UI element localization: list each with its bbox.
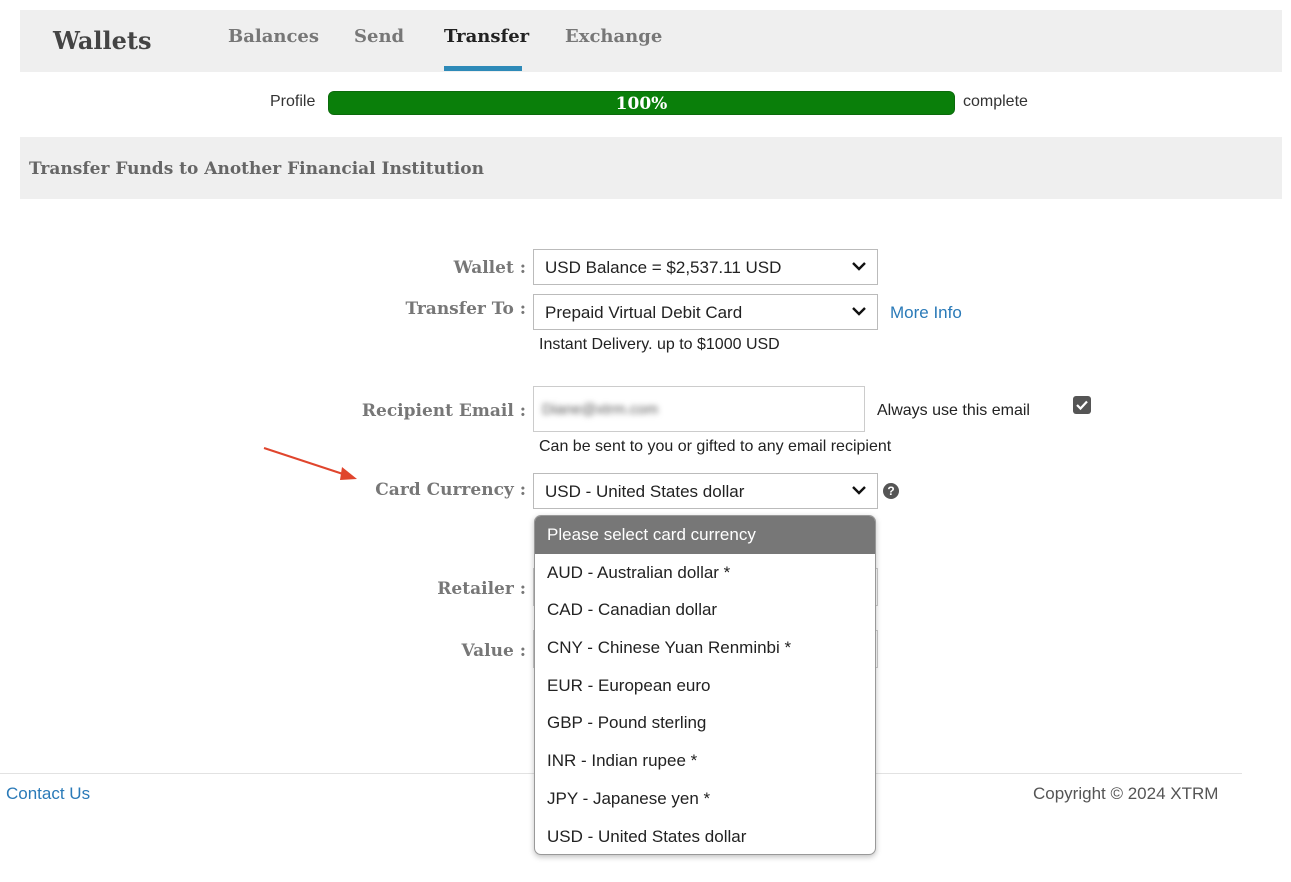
- card-currency-label: Card Currency :: [375, 480, 526, 500]
- transfer-to-label: Transfer To :: [405, 299, 526, 319]
- copyright-text: Copyright © 2024 XTRM: [1033, 784, 1219, 803]
- recipient-email-label: Recipient Email :: [361, 401, 526, 421]
- currency-option[interactable]: CNY - Chinese Yuan Renminbi *: [535, 629, 875, 667]
- more-info-link[interactable]: More Info: [890, 303, 962, 323]
- currency-dropdown-list: Please select card currency AUD - Austral…: [534, 515, 876, 855]
- currency-option[interactable]: GBP - Pound sterling: [535, 704, 875, 742]
- wallet-label: Wallet :: [453, 258, 526, 278]
- progress-percent: 100%: [615, 94, 668, 114]
- profile-progress-bar: 100%: [328, 91, 955, 115]
- complete-label: complete: [963, 93, 1028, 110]
- top-nav: Wallets Balances Send Transfer Exchange: [20, 10, 1282, 72]
- chevron-down-icon: [852, 486, 866, 495]
- section-header: Transfer Funds to Another Financial Inst…: [20, 137, 1282, 199]
- contact-us-link[interactable]: Contact Us: [6, 784, 90, 804]
- tab-balances[interactable]: Balances: [228, 26, 319, 47]
- currency-option[interactable]: AUD - Australian dollar *: [535, 554, 875, 592]
- wallet-select[interactable]: USD Balance = $2,537.11 USD: [533, 249, 878, 285]
- currency-option[interactable]: EUR - European euro: [535, 667, 875, 705]
- transfer-note: Instant Delivery. up to $1000 USD: [539, 336, 780, 353]
- currency-option[interactable]: CAD - Canadian dollar: [535, 591, 875, 629]
- currency-option[interactable]: USD - United States dollar: [535, 818, 875, 855]
- profile-label: Profile: [270, 93, 316, 110]
- transfer-to-select[interactable]: Prepaid Virtual Debit Card: [533, 294, 878, 330]
- chevron-down-icon: [852, 307, 866, 316]
- tab-exchange[interactable]: Exchange: [565, 26, 662, 47]
- brand-title: Wallets: [53, 26, 152, 55]
- recipient-email-value: Diane@xtrm.com: [542, 401, 659, 418]
- always-use-email-checkbox[interactable]: [1073, 396, 1091, 414]
- currency-option[interactable]: JPY - Japanese yen *: [535, 780, 875, 818]
- retailer-label: Retailer :: [437, 579, 526, 599]
- always-use-email-label: Always use this email: [877, 402, 1030, 419]
- section-title: Transfer Funds to Another Financial Inst…: [29, 159, 484, 179]
- value-label: Value :: [461, 641, 526, 661]
- currency-option[interactable]: INR - Indian rupee *: [535, 742, 875, 780]
- recipient-email-input[interactable]: Diane@xtrm.com: [533, 386, 865, 432]
- email-note: Can be sent to you or gifted to any emai…: [539, 438, 892, 455]
- transfer-to-value: Prepaid Virtual Debit Card: [545, 303, 743, 322]
- card-currency-select[interactable]: USD - United States dollar: [533, 473, 878, 509]
- annotation-arrow-icon: [263, 447, 357, 480]
- wallet-select-value: USD Balance = $2,537.11 USD: [545, 258, 782, 277]
- currency-option[interactable]: Please select card currency: [535, 516, 875, 554]
- tab-send[interactable]: Send: [354, 26, 404, 47]
- help-icon[interactable]: ?: [883, 483, 899, 499]
- checkmark-icon: [1076, 400, 1088, 411]
- tab-transfer[interactable]: Transfer: [444, 26, 529, 47]
- card-currency-value: USD - United States dollar: [545, 482, 745, 501]
- chevron-down-icon: [852, 262, 866, 271]
- active-tab-indicator: [444, 66, 522, 71]
